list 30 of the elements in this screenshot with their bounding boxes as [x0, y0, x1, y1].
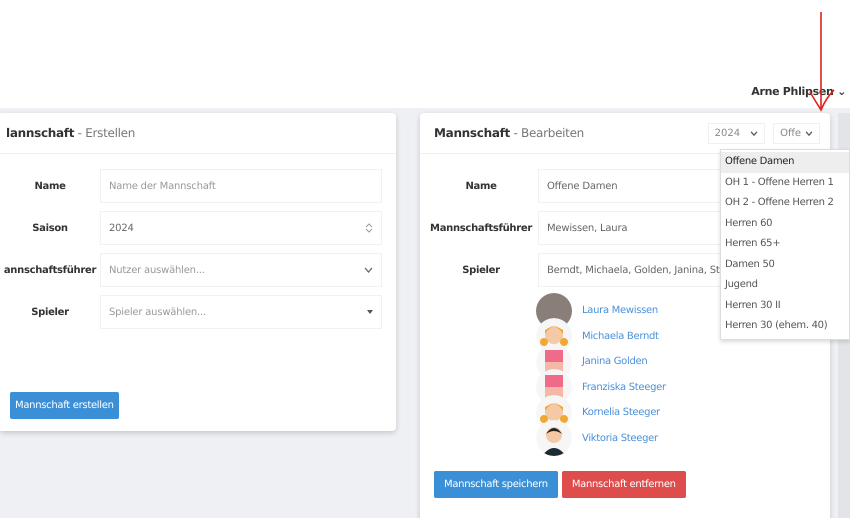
chevron-down-icon: [805, 130, 813, 136]
player-link[interactable]: Viktoria Steeger: [582, 432, 658, 444]
field-label: Spieler: [461, 264, 501, 276]
field-label: Saison: [31, 222, 69, 234]
dropdown-option[interactable]: Herren 30 (ehem. 40): [721, 316, 849, 336]
save-team-button[interactable]: Mannschaft speichern: [434, 471, 558, 498]
player-link[interactable]: Franziska Steeger: [582, 382, 666, 393]
card-title: Mannschaft - Bearbeiten: [434, 126, 585, 140]
player-link[interactable]: Janina Golden: [582, 356, 648, 368]
field-label: annschaftsführer: [2, 264, 98, 276]
player-link[interactable]: Kornelia Steeger: [582, 407, 660, 418]
chevron-down-icon: [364, 267, 373, 273]
dropdown-option[interactable]: Offene Damen: [721, 152, 849, 172]
caret-down-icon: [367, 310, 373, 314]
year-select[interactable]: 2024: [708, 122, 766, 144]
dropdown-option[interactable]: Herren 30 II: [721, 296, 849, 316]
chevron-down-icon: [750, 130, 758, 136]
number-field[interactable]: 2024: [100, 211, 382, 245]
player-link[interactable]: Michaela Berndt: [582, 330, 659, 342]
player-link[interactable]: Laura Mewissen: [582, 305, 658, 316]
field-label: Name: [33, 180, 67, 192]
field-label: Mannschaftsführer: [429, 222, 534, 234]
team-select[interactable]: Offe: [773, 122, 820, 144]
spinner-icon[interactable]: [365, 222, 373, 234]
field-label: Spieler: [30, 306, 70, 318]
field-label: Name: [464, 180, 498, 192]
delete-team-button[interactable]: Mannschaft entfernen: [562, 471, 686, 498]
boy-avatar-icon: [536, 420, 572, 456]
create-team-button[interactable]: Mannschaft erstellen: [10, 392, 119, 419]
card-title: lannschaft - Erstellen: [6, 126, 136, 140]
